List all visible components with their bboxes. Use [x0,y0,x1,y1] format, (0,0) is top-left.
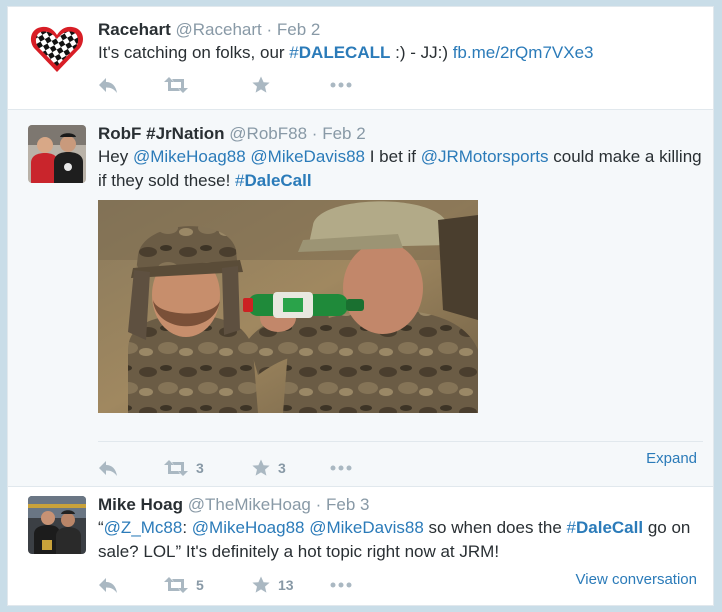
hashtag-link[interactable]: #DaleCall [567,518,644,537]
tweet-text-part: Hey [98,147,133,166]
separator: · [311,124,318,143]
favorite-button[interactable] [252,76,330,94]
hashtag-symbol: # [235,171,245,190]
author-fullname[interactable]: Mike Hoag [98,495,183,514]
hashtag-text: DALECALL [298,43,391,62]
favorite-count: 13 [278,577,294,593]
favorite-count: 3 [278,460,286,476]
retweet-count: 3 [196,460,204,476]
reply-icon [99,78,117,93]
mention-link[interactable]: @MikeHoag88 [192,518,305,537]
retweet-icon [164,577,188,593]
checkered-heart-logo [28,20,86,78]
author-fullname[interactable]: Racehart [98,20,171,39]
retweet-count: 5 [196,577,204,593]
more-icon [330,465,352,471]
avatar[interactable] [28,125,86,183]
tweet-text-part: I bet if [364,147,421,166]
more-button[interactable] [330,82,370,88]
reply-button[interactable] [98,76,164,94]
retweet-button[interactable] [164,76,252,94]
star-icon [252,576,270,593]
mention-link[interactable]: @MikeDavis88 [250,147,365,166]
retweet-button[interactable]: 5 [164,576,252,594]
mention-link[interactable]: @Z_Mc88 [104,518,183,537]
divider [98,441,703,442]
more-icon [330,582,352,588]
tweet-expanded[interactable]: RobF #JrNation @RobF88 · Feb 2 Hey @Mike… [8,110,713,487]
separator: · [315,495,322,514]
tweet-header: Mike Hoag @TheMikeHoag · Feb 3 [98,495,369,515]
reply-button[interactable] [98,459,164,477]
retweet-icon [164,77,188,93]
url-link[interactable]: fb.me/2rQm7VXe3 [453,43,594,62]
author-username[interactable]: @Racehart [176,20,262,39]
hashtag-link[interactable]: #DaleCall [235,171,312,190]
timestamp[interactable]: Feb 2 [322,124,365,143]
hashtag-text: DaleCall [576,518,644,537]
reply-button[interactable] [98,576,164,594]
author-fullname[interactable]: RobF #JrNation [98,124,225,143]
tweet[interactable]: Mike Hoag @TheMikeHoag · Feb 3 “@Z_Mc88:… [8,487,713,606]
avatar-photo [28,125,86,183]
author-username[interactable]: @TheMikeHoag [188,495,311,514]
tweet-actions: 5 13 [98,573,370,597]
mention-link[interactable]: @MikeDavis88 [309,518,424,537]
more-button[interactable] [330,465,370,471]
tweet-actions [98,73,370,97]
star-icon [252,459,270,476]
author-username[interactable]: @RobF88 [229,124,307,143]
tweet-text: Hey @MikeHoag88 @MikeDavis88 I bet if @J… [98,145,708,193]
favorite-button[interactable]: 13 [252,576,330,594]
hashtag-symbol: # [566,518,576,537]
tweet-text-part: : [182,518,192,537]
photo-two-hunters-drinking [98,200,478,413]
tweet-text-part: so when does the [423,518,567,537]
retweet-icon [164,460,188,476]
tweet[interactable]: Racehart @Racehart · Feb 2 It's catching… [8,7,713,110]
favorite-button[interactable]: 3 [252,459,330,477]
tweet-text-part: It's catching on folks, our [98,43,290,62]
retweet-button[interactable]: 3 [164,459,252,477]
view-conversation-link[interactable]: View conversation [576,571,697,588]
tweet-header: Racehart @Racehart · Feb 2 [98,20,320,40]
mention-link[interactable]: @MikeHoag88 [133,147,246,166]
reply-icon [99,461,117,476]
tweet-actions: 3 3 [98,456,370,480]
avatar[interactable] [28,496,86,554]
avatar[interactable] [28,20,86,78]
tweet-text-part: :) - JJ:) [390,43,453,62]
hashtag-text: DaleCall [244,171,312,190]
reply-icon [99,578,117,593]
timeline: Racehart @Racehart · Feb 2 It's catching… [7,6,714,606]
avatar-photo [28,496,86,554]
tweet-photo[interactable] [98,200,478,413]
star-icon [252,76,270,93]
separator: · [266,20,273,39]
timestamp[interactable]: Feb 2 [277,20,320,39]
mention-link[interactable]: @JRMotorsports [421,147,549,166]
hashtag-symbol: # [289,43,299,62]
expand-link[interactable]: Expand [646,450,697,467]
tweet-header: RobF #JrNation @RobF88 · Feb 2 [98,124,366,144]
timestamp[interactable]: Feb 3 [326,495,369,514]
more-icon [330,82,352,88]
hashtag-link[interactable]: #DALECALL [289,43,390,62]
tweet-text: “@Z_Mc88: @MikeHoag88 @MikeDavis88 so wh… [98,516,708,564]
more-button[interactable] [330,582,370,588]
tweet-text: It's catching on folks, our #DALECALL :)… [98,41,708,65]
